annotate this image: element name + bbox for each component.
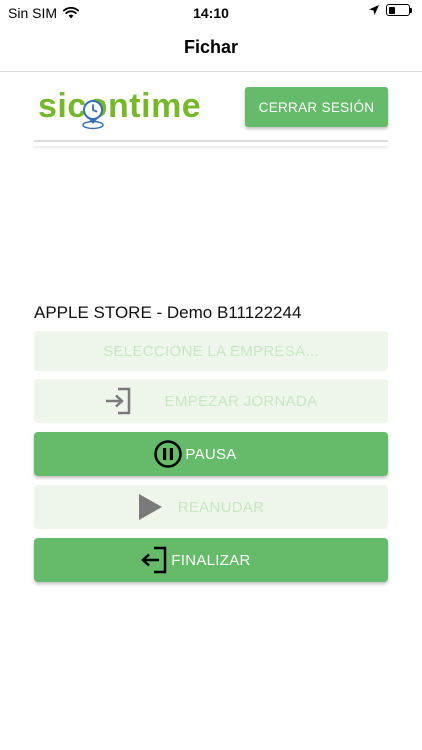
pause-icon — [154, 440, 182, 468]
pause-label: PAUSA — [185, 445, 237, 463]
status-time: 14:10 — [193, 5, 229, 21]
finish-label: FINALIZAR — [171, 551, 251, 569]
logout-button[interactable]: CERRAR SESIÓN — [245, 87, 388, 127]
finish-button[interactable]: FINALIZAR — [34, 538, 388, 582]
play-icon — [139, 494, 162, 520]
logo-text: sicontime — [38, 87, 202, 125]
resume-label: REANUDAR — [177, 498, 265, 516]
clock-pin-icon — [82, 100, 104, 130]
resume-button[interactable]: REANUDAR — [34, 485, 388, 529]
location-arrow-icon — [369, 5, 379, 15]
pause-button[interactable]: PAUSA — [34, 432, 388, 476]
battery-icon — [386, 4, 412, 16]
start-day-label: EMPEZAR JORNADA — [164, 392, 318, 410]
nav-bar: Fichar — [0, 26, 422, 72]
select-company-button[interactable]: SELECCIONE LA EMPRESA... — [34, 331, 388, 371]
app-logo: sicontime — [38, 86, 208, 130]
page-title: Fichar — [183, 37, 239, 57]
divider — [34, 140, 388, 146]
company-name: APPLE STORE - Demo B11122244 — [34, 303, 302, 322]
login-icon — [106, 387, 131, 415]
logout-icon — [141, 546, 167, 574]
start-day-button[interactable]: EMPEZAR JORNADA — [34, 379, 388, 423]
status-bar: Sin SIM 14:10 — [0, 0, 422, 26]
select-company-label: SELECCIONE LA EMPRESA... — [103, 342, 319, 360]
status-right — [368, 4, 412, 16]
